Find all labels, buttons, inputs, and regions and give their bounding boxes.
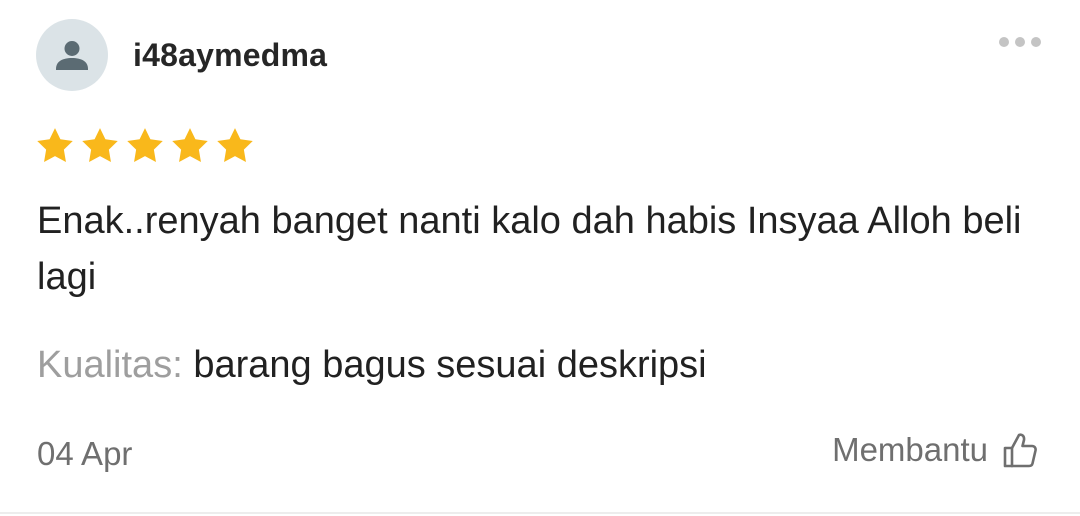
review-comment: Enak..renyah banget nanti kalo dah habis… [37,200,1022,298]
star-icon [37,128,73,162]
more-dot [1015,37,1025,47]
quality-label: Kualitas: [37,344,183,386]
review-card: i48aymedma Enak..renyah banget nanti kal… [0,0,1080,512]
thumbs-up-outline-icon [1003,433,1037,468]
avatar[interactable] [36,19,108,91]
more-dot [1031,37,1041,47]
review-date: 04 Apr [37,435,133,472]
helpful-label: Membantu [832,431,988,468]
more-dot [999,37,1009,47]
more-options-button[interactable] [990,30,1050,54]
divider [0,512,1080,514]
quality-line: Kualitas: barang bagus sesuai deskripsi [37,337,707,393]
helpful-button[interactable]: Membantu [832,430,1038,470]
user-silhouette-icon [56,41,88,70]
username[interactable]: i48aymedma [133,36,327,74]
star-icon [82,128,118,162]
star-icon [217,128,253,162]
quality-value: barang bagus sesuai deskripsi [193,344,707,386]
star-icon [172,128,208,162]
star-rating [34,126,256,166]
star-icon [127,128,163,162]
